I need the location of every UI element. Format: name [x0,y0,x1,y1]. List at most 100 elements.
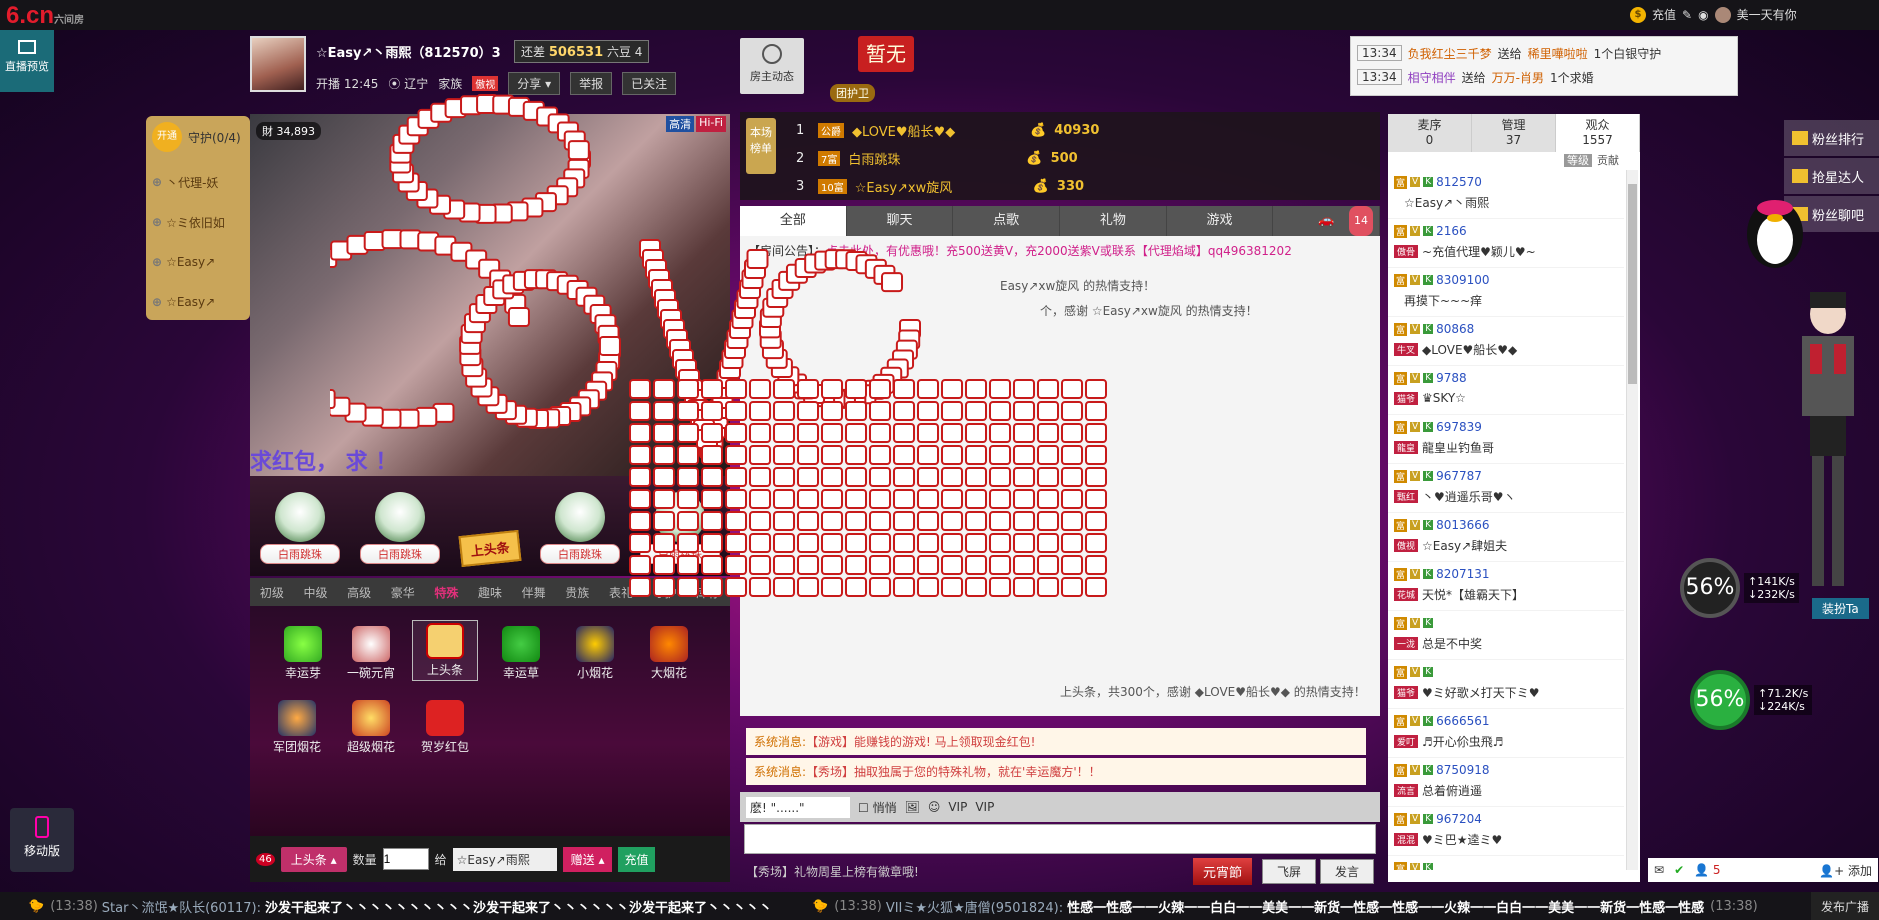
rank-row[interactable]: 2 7富 白雨跳珠 💰 500 [796,144,1078,172]
dress-up-button[interactable]: 装扮Ta [1812,598,1869,619]
user-list-scrollbar[interactable] [1626,170,1638,870]
user-list-item[interactable]: 富 V K 一泷 总是不中奖 [1388,611,1624,660]
penguin-mascot[interactable] [1740,178,1810,274]
family-tag[interactable]: 傲视 [472,76,499,91]
fan-ranking-button[interactable]: 粉丝排行 [1784,120,1879,156]
user-list-item[interactable]: 富 V K 9788 猫爷 ♛SKY☆ [1388,366,1624,415]
network-speed-meter[interactable]: 56% ↑71.2K/s ↓224K/s [1690,670,1813,730]
gift-tab[interactable]: 豪华 [381,584,425,601]
announcement[interactable]: 【房间公告】：点击此处，有优惠哦！充500送黄V，充2000送紫V或联系【代理焰… [740,236,1380,265]
system-message[interactable]: 系统消息:【游戏】能赚钱的游戏! 马上领取现金红包! [746,728,1366,755]
recipient-dropdown[interactable]: ☆Easy↗雨熙 [452,847,557,871]
gift-tab[interactable]: 中级 [294,584,338,601]
tip-text[interactable]: 【秀场】礼物周星上榜有徽章哦! [746,863,1193,880]
yuanxiao-button[interactable]: 元宵節 [1192,857,1252,885]
anchor-avatar[interactable] [250,36,306,92]
system-message[interactable]: 系统消息:【秀场】抽取独属于您的特殊礼物，就在'幸运魔方'！！ [746,758,1366,785]
gift-tab-active[interactable]: 特殊 [425,584,469,601]
car-tab[interactable]: 🚗 14 [1273,206,1381,236]
gift-tab[interactable]: 趣味 [468,584,512,601]
user-list-item[interactable]: 富 V K 猫爷 ♥ミ好歌メ打天下ミ♥ [1388,660,1624,709]
avatar-character[interactable] [1780,284,1876,604]
chat-recipient[interactable]: 麽! "......" [746,796,850,818]
settings-icon[interactable]: ◉ [1698,8,1708,22]
check-icon[interactable]: ✔ [1674,863,1684,877]
tab-audience[interactable]: 观众 1557 [1556,114,1640,152]
followed-button[interactable]: 已关注 [622,72,677,95]
user-list-item[interactable]: 富 V K 8207131 花城 天悦*【雄霸天下】 [1388,562,1624,611]
user-avatar[interactable] [1714,6,1731,23]
user-list-item[interactable]: 富 V K 80868 牛叉 ◆LOVE♥船长♥◆ [1388,317,1624,366]
user-list-item[interactable]: 富 V K 812570 ☆Easy↗丶雨熙 [1388,170,1624,219]
speak-button[interactable]: 发言 [1319,858,1374,884]
user-list-item[interactable]: 富 V K 967787 甄红 丶♥逍遥乐哥♥ヽ [1388,464,1624,513]
report-button[interactable]: 举报 [570,72,613,95]
qty-input[interactable] [382,848,429,870]
add-friend-button[interactable]: 👤+ 添加 [1819,862,1872,879]
user-name[interactable]: 美一天有你 [1737,6,1797,23]
publish-broadcast-button[interactable]: 发布广播 [1810,892,1879,920]
rank-row[interactable]: 1 公爵 ◆LOVE♥船长♥◆ 💰 40930 [796,116,1099,144]
emoji-icon[interactable]: ☺ [928,800,941,814]
gift-item[interactable]: 幸运芽 [270,626,336,681]
mail-icon[interactable]: ✉ [1654,863,1664,877]
gift-item[interactable]: 超级烟花 [338,700,404,755]
host-dynamic-button[interactable]: 房主动态 [740,38,804,94]
fly-screen-button[interactable]: 飞屏 [1261,858,1316,884]
user-list-item[interactable]: 富 V K 8013666 傲视 ☆Easy↗肆姐夫 [1388,513,1624,562]
vip-icon[interactable]: VIP [948,800,967,814]
gift-tab[interactable]: 伴舞 [512,584,556,601]
live-preview-button[interactable]: 直播预览 [0,30,54,92]
marquee-sender[interactable]: VIIミ★火狐★唐僧(9501824): [886,897,1063,916]
mobile-version-button[interactable]: 移动版 [10,808,74,872]
tab-managers[interactable]: 管理 37 [1472,114,1556,152]
chat-tab-chat[interactable]: 聊天 [847,206,954,236]
gift-tab[interactable]: 表礼 [599,584,643,601]
gift-item[interactable]: 一碗元宵 [338,626,404,681]
gift-tab[interactable]: 初级 [250,584,294,601]
gift-tab[interactable]: 库存 [686,584,730,601]
lotus-item[interactable]: 白雨跳珠 [540,492,620,564]
user-list-item[interactable]: 富 V K 8309100 再摸下~~~痒 [1388,268,1624,317]
guard-item[interactable]: ⊕ 丶代理-妖 [152,162,244,202]
lotus-item[interactable]: 白雨跳珠 [360,492,440,564]
send-gift-button[interactable]: 赠送 ▴ [562,846,613,872]
lotus-item[interactable]: 白雨跳珠 [640,492,720,564]
guard-item[interactable]: ⊕ ☆Easy↗ [152,242,244,282]
recharge-button[interactable]: 充值 [618,846,655,872]
user-list-item[interactable]: 富VK [1388,856,1624,870]
selected-gift-dropdown[interactable]: 上头条 ▴ [280,846,347,872]
gift-tab[interactable]: 守护 [643,584,687,601]
hifi-tag[interactable]: Hi-Fi [696,116,726,132]
user-list-item[interactable]: 富 V K 6666561 爱叮 ♬开心伱虫飛♬ [1388,709,1624,758]
gift-tab[interactable]: 高级 [337,584,381,601]
user-list-item[interactable]: 富 V K 697839 龍皇 龍皇ㄓ钓鱼哥 [1388,415,1624,464]
whisper-checkbox[interactable]: ☐ 悄悄 [858,799,897,816]
video-player[interactable]: 財 34,893 高清 Hi-Fi 求红包， 求 ！ [250,114,730,476]
chat-tab-all[interactable]: 全部 [740,206,847,236]
flag-badge[interactable]: 暂无 [858,36,914,72]
tab-mic-queue[interactable]: 麦序 0 [1388,114,1472,152]
gift-item[interactable]: 军团烟花 [264,700,330,755]
share-button[interactable]: 分享 ▾ [508,72,561,95]
gift-item[interactable]: 大烟花 [636,626,702,681]
friends-count[interactable]: 👤 5 [1694,863,1720,877]
guard-item[interactable]: ⊕ ☆Easy↗ [152,282,244,322]
guard-team-badge[interactable]: 团护卫 [830,84,875,102]
user-list-item[interactable]: 富 V K 967204 混混 ♥ミ巴★逵ミ♥ [1388,807,1624,856]
recharge-link[interactable]: 充值 [1652,6,1676,23]
headline-sign[interactable]: 上头条 [458,529,522,568]
gift-item[interactable]: 小烟花 [562,626,628,681]
chat-tab-game[interactable]: 游戏 [1167,206,1274,236]
marquee-sender[interactable]: Star丶流氓★队长(60117): [102,897,261,916]
chat-tab-song[interactable]: 点歌 [953,206,1061,236]
gift-item-selected[interactable]: 上头条 [412,620,478,681]
vip-emoji-icon[interactable]: VIP [975,800,994,814]
rank-row[interactable]: 3 10富 ☆Easy↗xw旋风 💰 330 [796,172,1084,200]
guard-item[interactable]: ⊕ ☆ミ依旧如 [152,202,244,242]
chat-area[interactable]: 【房间公告】：点击此处，有优惠哦！充500送黄V，充2000送紫V或联系【代理焰… [740,236,1380,716]
edit-icon[interactable]: ✎ [1682,8,1692,22]
user-list-item[interactable]: 富 V K 8750918 流言 总着俯逍遥 [1388,758,1624,807]
gift-item[interactable]: 贺岁红包 [412,700,478,755]
gift-item[interactable]: 幸运草 [488,626,554,681]
